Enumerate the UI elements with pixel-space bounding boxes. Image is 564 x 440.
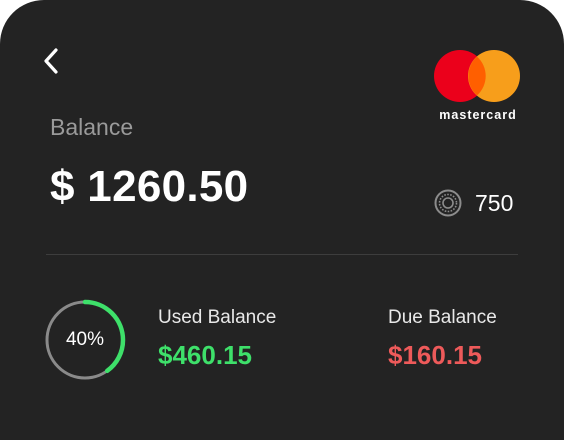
balance-label: Balance [50, 114, 134, 140]
reward-points: 750 [434, 187, 513, 219]
points-value: 750 [475, 189, 514, 216]
chevron-left-icon [44, 48, 58, 74]
used-balance-amount: $460.15 [158, 340, 252, 370]
mastercard-circles-icon [434, 50, 520, 102]
used-balance-label: Used Balance [158, 307, 277, 328]
balance-card: mastercard Balance $ 1260.50 750 40% Use… [0, 0, 564, 440]
usage-progress-ring: 40% [43, 298, 127, 382]
mastercard-logo: mastercard [428, 46, 528, 126]
mastercard-wordmark: mastercard [439, 108, 517, 122]
coin-icon [434, 189, 462, 217]
due-balance-amount: $160.15 [388, 340, 482, 370]
balance-amount: $ 1260.50 [50, 162, 249, 211]
progress-percent: 40% [65, 329, 105, 350]
back-button[interactable] [36, 44, 70, 78]
divider [46, 254, 518, 255]
due-balance-label: Due Balance [388, 307, 497, 328]
